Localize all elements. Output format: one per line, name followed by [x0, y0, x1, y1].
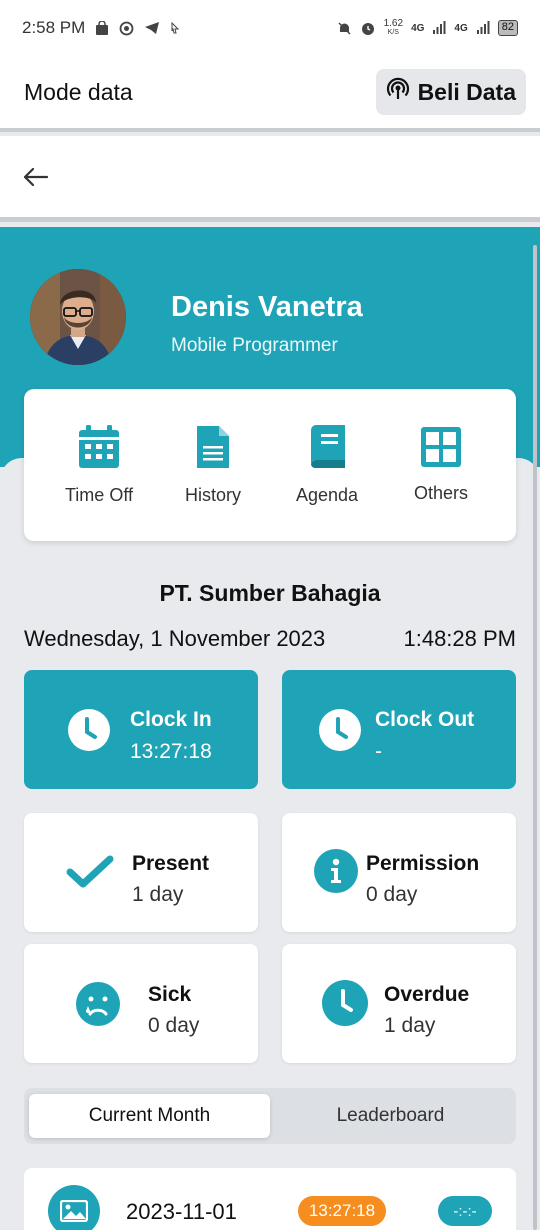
battery-icon: 82	[497, 20, 518, 36]
sick-card[interactable]: Sick 0 day	[24, 944, 258, 1063]
stat-title: Present	[132, 852, 210, 875]
mode-data-title: Mode data	[24, 78, 133, 105]
clock-icon	[318, 708, 362, 757]
menu-label: Time Off	[64, 485, 133, 505]
status-bar: 2:58 PM 1.62 K/S 4G 4G 82	[0, 0, 540, 56]
stat-value: 0 day	[148, 1014, 200, 1037]
user-role: Mobile Programmer	[171, 335, 338, 356]
check-icon	[66, 855, 114, 894]
signal-label-1: 4G	[411, 22, 425, 34]
calendar-icon	[77, 424, 121, 475]
clock-icon	[67, 708, 111, 757]
buy-data-button[interactable]: Beli Data	[375, 69, 526, 115]
history-date: 2023-11-01	[126, 1199, 237, 1224]
scrollbar[interactable]	[533, 245, 537, 1230]
menu-label: Agenda	[295, 485, 359, 505]
clock-in-title: Clock In	[130, 708, 212, 731]
telegram-icon	[144, 21, 160, 35]
clock-out-button[interactable]: Clock Out -	[282, 670, 516, 789]
clock-icon	[322, 980, 368, 1031]
menu-item-history[interactable]: History	[163, 424, 263, 506]
stat-title: Permission	[366, 852, 480, 875]
info-icon	[314, 849, 358, 898]
sad-face-icon	[76, 982, 120, 1031]
mode-data-bar: Mode data Beli Data	[0, 56, 540, 132]
company-name: PT. Sumber Bahagia	[159, 580, 381, 606]
stat-title: Sick	[148, 983, 192, 1006]
stat-title: Overdue	[384, 983, 470, 1006]
hotspot-icon	[386, 77, 410, 107]
permission-card[interactable]: Permission 0 day	[282, 813, 516, 932]
clock-in-button[interactable]: Clock In 13:27:18	[24, 670, 258, 789]
document-icon	[195, 424, 231, 475]
cursor-icon	[170, 22, 180, 34]
history-clock-in-badge: 13:27:18	[298, 1196, 386, 1226]
clock-out-title: Clock Out	[375, 708, 475, 731]
menu-item-others[interactable]: Others	[391, 426, 491, 504]
signal-label-2: 4G	[454, 22, 468, 34]
menu-label: Others	[413, 483, 469, 503]
buy-data-label: Beli Data	[417, 78, 516, 105]
book-icon	[307, 424, 347, 475]
menu-item-agenda[interactable]: Agenda	[277, 424, 377, 506]
grid-icon	[420, 426, 462, 473]
current-time: 1:48:28 PM	[403, 626, 516, 651]
present-card[interactable]: Present 1 day	[24, 813, 258, 932]
shopping-bag-icon	[95, 20, 109, 36]
menu-item-time-off[interactable]: Time Off	[49, 424, 149, 506]
network-speed: 1.62 K/S	[383, 18, 404, 37]
tab-leaderboard[interactable]: Leaderboard	[270, 1094, 511, 1138]
mute-bell-icon	[337, 21, 352, 36]
clock-in-value: 13:27:18	[130, 740, 212, 763]
avatar[interactable]	[30, 269, 126, 365]
stat-value: 1 day	[132, 883, 184, 906]
back-arrow-icon[interactable]	[20, 165, 52, 189]
image-icon	[48, 1185, 100, 1230]
stat-value: 0 day	[366, 883, 418, 906]
date-time-row: Wednesday, 1 November 2023 1:48:28 PM	[24, 626, 516, 652]
status-time: 2:58 PM	[22, 18, 86, 37]
overdue-card[interactable]: Overdue 1 day	[282, 944, 516, 1063]
tab-current-month[interactable]: Current Month	[29, 1094, 270, 1138]
user-name: Denis Vanetra	[171, 291, 363, 323]
navigation-bar	[0, 136, 540, 222]
signal-icon	[476, 21, 490, 35]
target-icon	[119, 21, 134, 36]
clock-out-value: -	[375, 740, 382, 763]
history-row[interactable]: 2023-11-01 13:27:18 -:-:-	[24, 1168, 516, 1230]
current-date: Wednesday, 1 November 2023	[24, 626, 326, 651]
quick-menu: Time Off History Agenda Others	[24, 389, 516, 541]
history-clock-out-badge: -:-:-	[438, 1196, 492, 1226]
tab-bar: Current Month Leaderboard	[24, 1088, 516, 1144]
stat-value: 1 day	[384, 1014, 436, 1037]
signal-icon	[432, 21, 446, 35]
alarm-icon	[360, 20, 376, 36]
menu-label: History	[184, 485, 241, 505]
